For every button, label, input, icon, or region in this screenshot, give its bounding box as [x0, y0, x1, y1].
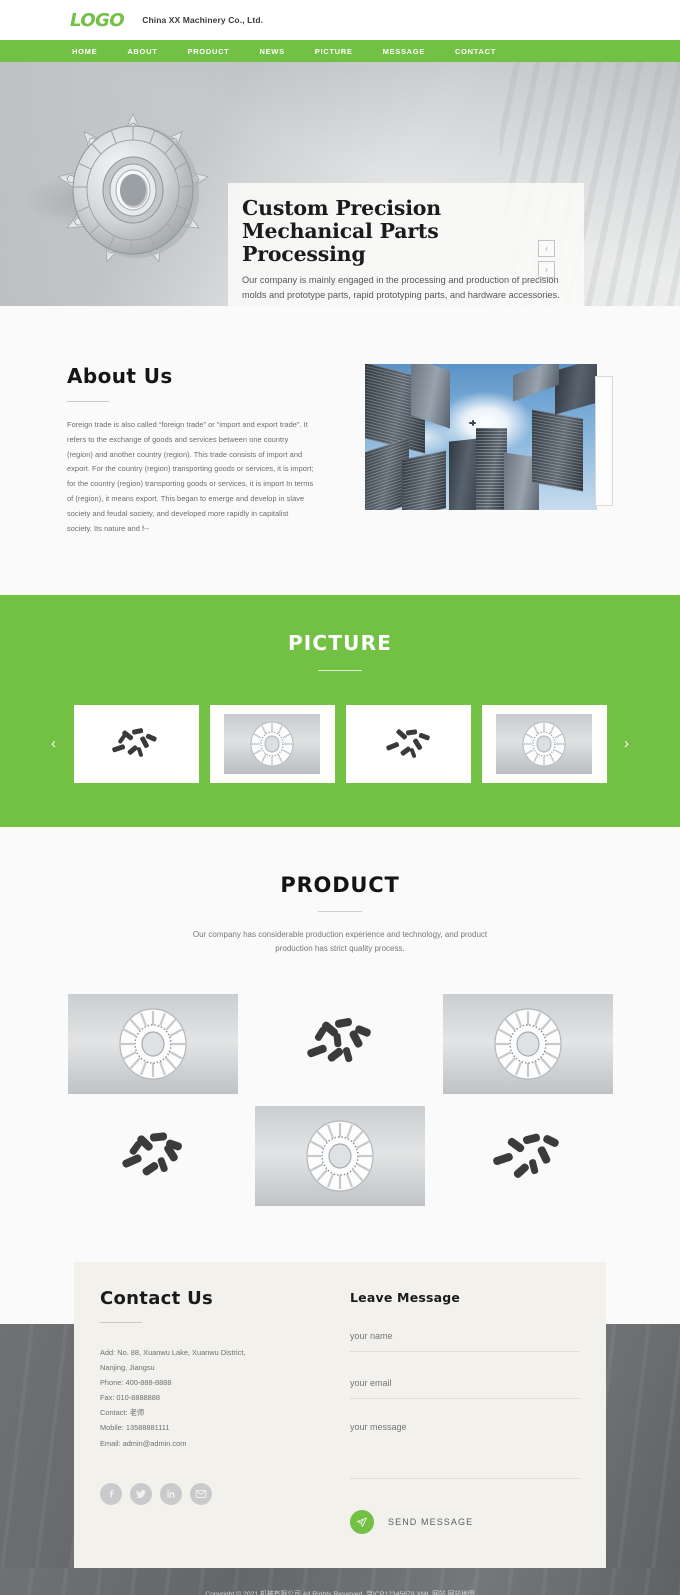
site-header: LOGO China XX Machinery Co., Ltd.: [0, 0, 680, 40]
hero-carousel-controls: ‹ ›: [538, 240, 555, 278]
picture-divider: [318, 669, 362, 671]
picture-slide-4-bg: [496, 713, 592, 774]
carousel-next-icon[interactable]: ›: [618, 735, 636, 752]
product-item-4[interactable]: [67, 1105, 238, 1206]
nav-item-message[interactable]: MESSAGE: [383, 47, 425, 56]
social-links: [100, 1482, 332, 1505]
turbine-disc-image: [493, 1007, 562, 1080]
contact-divider: [100, 1321, 142, 1323]
screws-image: [307, 1017, 371, 1062]
turbine-disc-image: [306, 1119, 374, 1192]
name-field-wrapper: [350, 1326, 580, 1352]
message-field-wrapper: [350, 1420, 580, 1486]
hero-title-line-2: Mechanical Parts Processing: [242, 219, 439, 267]
send-message-button[interactable]: SEND MESSAGE: [350, 1509, 580, 1534]
contact-mobile: Mobile: 13588881111: [100, 1423, 170, 1433]
product-grid: [67, 993, 613, 1206]
site-footer: Copyright © 2021 机械有限公司 All Rights Reser…: [0, 1567, 680, 1595]
facebook-icon[interactable]: [100, 1482, 122, 1505]
turbine-disc-image: [118, 1007, 187, 1080]
chevron-right-icon[interactable]: ›: [538, 261, 555, 278]
product-divider: [318, 910, 362, 912]
contact-email: Email: admin@admin.com: [100, 1438, 187, 1448]
building-4: [402, 449, 447, 510]
nav-item-contact[interactable]: CONTACT: [455, 47, 496, 56]
chevron-left-icon[interactable]: ‹: [538, 240, 555, 257]
about-text-column: About Us Foreign trade is also called “f…: [67, 358, 315, 537]
contact-address-line-1: Add: No. 88, Xuanwu Lake, Xuanwu Distric…: [100, 1347, 246, 1357]
nav-item-news[interactable]: NEWS: [259, 47, 284, 56]
contact-details: Add: No. 88, Xuanwu Lake, Xuanwu Distric…: [100, 1345, 332, 1451]
contact-person: Contact: 老师: [100, 1408, 145, 1418]
email-input[interactable]: [350, 1377, 580, 1388]
about-image-frame: [595, 376, 613, 506]
message-field-underline: [350, 1477, 580, 1479]
contact-card: Contact Us Add: No. 88, Xuanwu Lake, Xua…: [74, 1261, 606, 1568]
hero-title: Custom Precision Mechanical Parts Proces…: [242, 196, 566, 267]
building-5: [448, 438, 479, 510]
send-message-label: SEND MESSAGE: [388, 1516, 474, 1527]
turbine-disc-image-2: [522, 721, 566, 766]
main-navigation: HOME ABOUT PRODUCT NEWS PICTURE MESSAGE …: [0, 40, 680, 62]
picture-slide-2-bg: [224, 713, 320, 774]
screws-image: [112, 727, 157, 757]
hero-text-panel: Custom Precision Mechanical Parts Proces…: [228, 183, 584, 306]
skyscraper-photo: [365, 364, 597, 510]
product-item-5[interactable]: [255, 1105, 425, 1206]
email-field-wrapper: [350, 1373, 580, 1399]
screws-image: [492, 1133, 559, 1178]
picture-carousel: ‹ ›: [0, 704, 680, 783]
name-input[interactable]: [350, 1330, 580, 1341]
about-image-column: [365, 358, 613, 510]
nav-item-about[interactable]: ABOUT: [127, 47, 157, 56]
machined-housing-image: [48, 110, 218, 270]
hero-subtitle: Our company is mainly engaged in the pro…: [242, 275, 560, 300]
linkedin-icon[interactable]: [160, 1482, 182, 1505]
hero-title-line-1: Custom Precision: [242, 196, 441, 220]
about-inner: About Us Foreign trade is also called “f…: [67, 358, 613, 537]
turbine-disc-image: [250, 721, 294, 766]
product-item-2[interactable]: [255, 993, 425, 1094]
product-item-6[interactable]: [442, 1105, 613, 1206]
screws-image: [121, 1131, 182, 1175]
about-body: Foreign trade is also called “foreign tr…: [67, 420, 314, 533]
about-divider: [67, 401, 109, 402]
hero-banner: Custom Precision Mechanical Parts Proces…: [0, 62, 680, 306]
picture-slide-4[interactable]: [481, 704, 607, 783]
nav-item-home[interactable]: HOME: [72, 47, 97, 56]
contact-phone: Phone: 400-888-8888: [100, 1377, 172, 1387]
building-8: [532, 409, 584, 492]
nav-item-product[interactable]: PRODUCT: [187, 47, 229, 56]
contact-fax: Fax: 010-8888888: [100, 1393, 160, 1403]
picture-slide-2[interactable]: [209, 704, 335, 783]
product-item-1[interactable]: [67, 993, 238, 1094]
form-title: Leave Message: [350, 1289, 461, 1305]
email-icon[interactable]: [190, 1482, 212, 1505]
building-6: [476, 428, 507, 510]
screws-image-2: [386, 728, 430, 758]
logo[interactable]: LOGO: [70, 10, 125, 31]
picture-section: PICTURE ‹ ›: [0, 594, 680, 827]
carousel-prev-icon[interactable]: ‹: [45, 735, 63, 752]
product-subtitle: Our company has considerable production …: [192, 929, 488, 953]
contact-address-line-2: Nanjing, Jiangsu: [100, 1362, 155, 1372]
product-section: PRODUCT Our company has considerable pro…: [0, 826, 680, 1262]
nav-item-picture[interactable]: PICTURE: [315, 47, 353, 56]
company-tagline: China XX Machinery Co., Ltd.: [142, 15, 264, 25]
copyright-text: Copyright © 2021 机械有限公司 All Rights Reser…: [205, 1590, 475, 1595]
picture-slide-1[interactable]: [73, 704, 199, 783]
product-title: PRODUCT: [280, 872, 400, 897]
message-input[interactable]: [350, 1420, 580, 1473]
picture-slide-3[interactable]: [345, 704, 471, 783]
picture-title: PICTURE: [287, 630, 393, 655]
message-form-column: Leave Message SEND MESSAGE: [350, 1288, 580, 1534]
contact-info-column: Contact Us Add: No. 88, Xuanwu Lake, Xua…: [100, 1288, 332, 1534]
twitter-icon[interactable]: [130, 1482, 152, 1505]
send-plane-icon: [350, 1509, 374, 1534]
contact-section: Contact Us Add: No. 88, Xuanwu Lake, Xua…: [0, 1261, 680, 1568]
about-title: About Us: [67, 364, 173, 388]
about-section: About Us Foreign trade is also called “f…: [0, 306, 680, 595]
product-item-3[interactable]: [442, 993, 613, 1094]
contact-title: Contact Us: [100, 1287, 214, 1309]
